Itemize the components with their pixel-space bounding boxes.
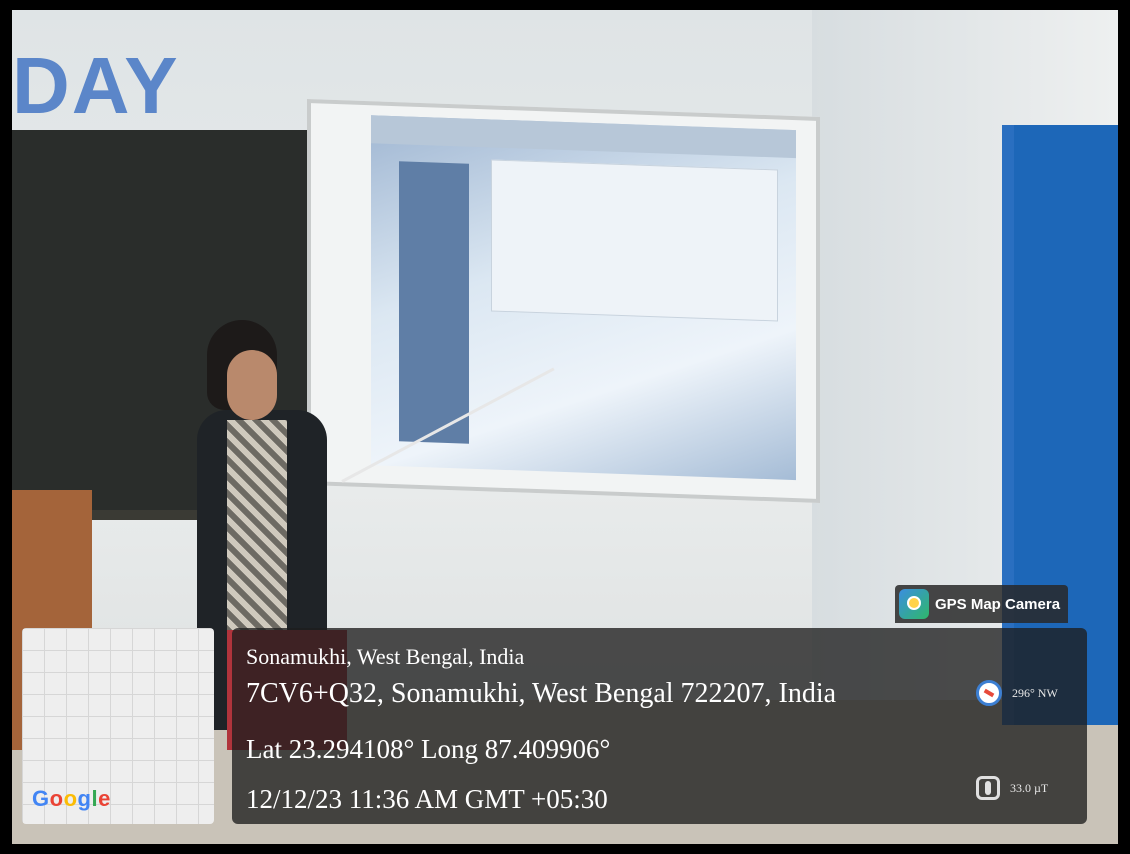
google-logo-letter: g: [77, 786, 92, 811]
gps-map-camera-badge: GPS Map Camera: [895, 585, 1069, 623]
projected-thumbnails: [399, 161, 469, 444]
google-logo-letter: G: [32, 786, 50, 811]
google-logo-letter: e: [98, 786, 111, 811]
google-logo-letter: o: [49, 786, 64, 811]
compass-reading-row: 296° NW: [976, 680, 1058, 706]
coordinates: Lat 23.294108° Long 87.409906°: [246, 734, 611, 764]
presenter-scarf: [227, 420, 287, 650]
projection-screen: [307, 99, 820, 503]
gps-app-name: GPS Map Camera: [935, 595, 1061, 613]
projected-slide: [491, 159, 778, 322]
compass-icon: [976, 680, 1002, 706]
google-logo-letter: o: [63, 786, 78, 811]
magnetic-reading-row: 33.0 µT: [976, 776, 1048, 800]
presenter-face: [227, 350, 277, 420]
compass-reading: 296° NW: [1012, 685, 1058, 700]
map-thumbnail: Google: [22, 628, 214, 824]
geotag-overlay: Sonamukhi, West Bengal, India 7CV6+Q32, …: [232, 628, 1087, 824]
address: 7CV6+Q32, Sonamukhi, West Bengal 722207,…: [246, 678, 837, 709]
projected-titlebar: [371, 115, 796, 159]
gps-map-camera-icon: [899, 589, 929, 619]
google-logo: Google: [32, 786, 111, 812]
magnetic-field-icon: [976, 776, 1000, 800]
photo-frame: DAY GPS Map Camera Google Sonamukhi, Wes…: [0, 0, 1130, 854]
datetime: 12/12/23 11:36 AM GMT +05:30: [246, 784, 608, 814]
banner-text: DAY: [12, 41, 180, 130]
projected-slide-deck: [371, 115, 796, 481]
location-name: Sonamukhi, West Bengal, India: [246, 644, 525, 669]
magnetic-reading: 33.0 µT: [1010, 780, 1049, 795]
